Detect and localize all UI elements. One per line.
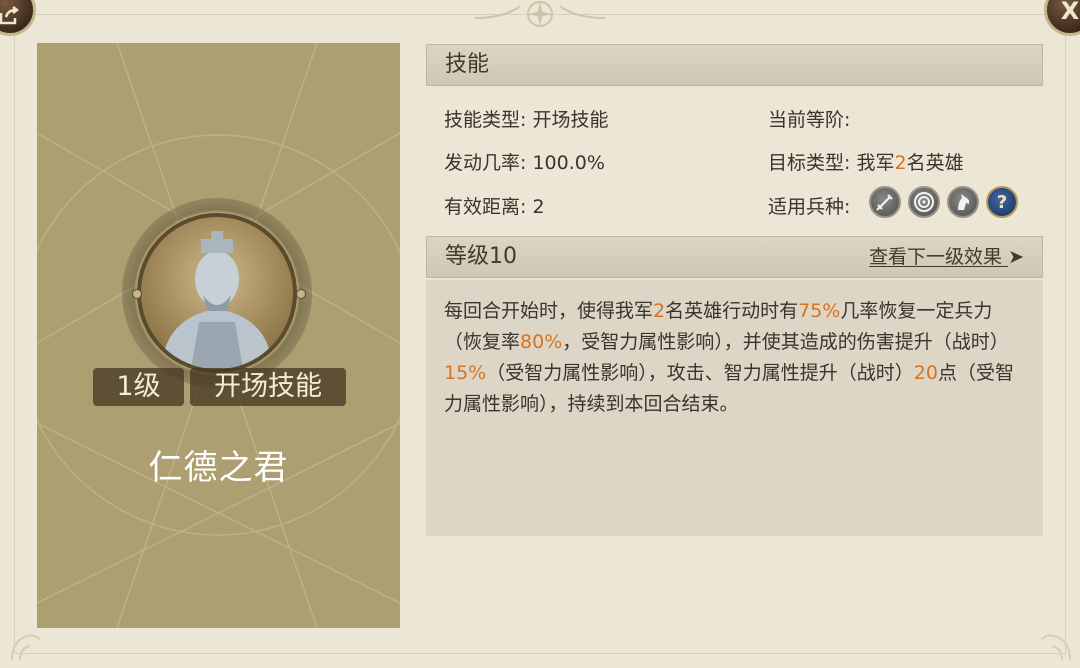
desc-text: 名英雄行动时有 — [665, 300, 799, 322]
level-section-header: 等级10 查看下一级效果 ➤ — [426, 236, 1043, 278]
sword-icon[interactable] — [869, 186, 901, 218]
desc-text: 每回合开始时，使得我军 — [444, 300, 654, 322]
target-count: 2 — [894, 152, 907, 174]
corner-flourish — [1041, 634, 1071, 661]
horse-icon[interactable] — [947, 186, 979, 218]
range-label: 有效距离: — [444, 196, 527, 218]
target-type-suffix: 名英雄 — [906, 152, 964, 174]
corner-flourish — [11, 634, 41, 661]
skill-type-row: 技能类型: 开场技能 — [444, 105, 608, 132]
skill-type-label: 技能类型: — [444, 109, 527, 131]
desc-text: （受智力属性影响），攻击、智力属性提升（战时） — [486, 362, 914, 384]
target-type-prefix: 我军 — [856, 152, 895, 174]
current-rank-row: 当前等阶: — [768, 105, 850, 132]
close-icon: X — [1060, 0, 1080, 25]
target-icon[interactable] — [908, 186, 940, 218]
next-level-link-label: 查看下一级效果 — [869, 246, 1003, 268]
arrow-right-icon: ➤ — [1008, 246, 1024, 268]
range-row: 有效距离: 2 — [444, 192, 545, 219]
share-icon — [0, 6, 20, 25]
desc-highlight: 20 — [913, 362, 938, 384]
troop-type-row: 适用兵种: — [768, 192, 850, 219]
next-level-effect-link[interactable]: 查看下一级效果 ➤ — [869, 237, 1024, 277]
skill-name: 仁德之君 — [148, 448, 289, 488]
ring-ornament — [296, 289, 306, 299]
skill-type-tag: 开场技能 — [190, 368, 346, 406]
skill-level-tag: 1级 — [93, 368, 184, 406]
desc-highlight: 80% — [520, 331, 563, 353]
current-rank-label: 当前等阶: — [768, 109, 851, 131]
desc-highlight: 15% — [444, 362, 487, 384]
trigger-rate-label: 发动几率: — [444, 152, 527, 174]
skill-description: 每回合开始时，使得我军2名英雄行动时有75%几率恢复一定兵力（恢复率80%，受智… — [426, 280, 1043, 536]
ring-ornament — [132, 289, 142, 299]
troop-icons: ? — [869, 186, 1018, 220]
skill-section-title: 技能 — [445, 52, 490, 77]
skill-description-text: 每回合开始时，使得我军2名英雄行动时有75%几率恢复一定兵力（恢复率80%，受智… — [444, 296, 1025, 420]
trigger-rate-value: 100.0% — [532, 152, 605, 174]
question-icon[interactable]: ? — [986, 186, 1018, 218]
level-section-title: 等级10 — [445, 244, 517, 269]
skill-section-header: 技能 — [426, 44, 1043, 86]
target-type-row: 目标类型: 我军2名英雄 — [768, 148, 964, 175]
troop-type-label: 适用兵种: — [768, 196, 851, 218]
trigger-rate-row: 发动几率: 100.0% — [444, 148, 605, 175]
skill-portrait — [137, 213, 297, 373]
skill-type-value: 开场技能 — [532, 109, 609, 131]
top-ornament — [475, 1, 605, 27]
range-value: 2 — [532, 196, 545, 218]
scholar-portrait-icon — [161, 231, 273, 369]
desc-text: ，受智力属性影响），并使其造成的伤害提升（战时） — [562, 331, 1009, 353]
target-type-label: 目标类型: — [768, 152, 851, 174]
desc-highlight: 75% — [798, 300, 841, 322]
desc-highlight: 2 — [653, 300, 666, 322]
